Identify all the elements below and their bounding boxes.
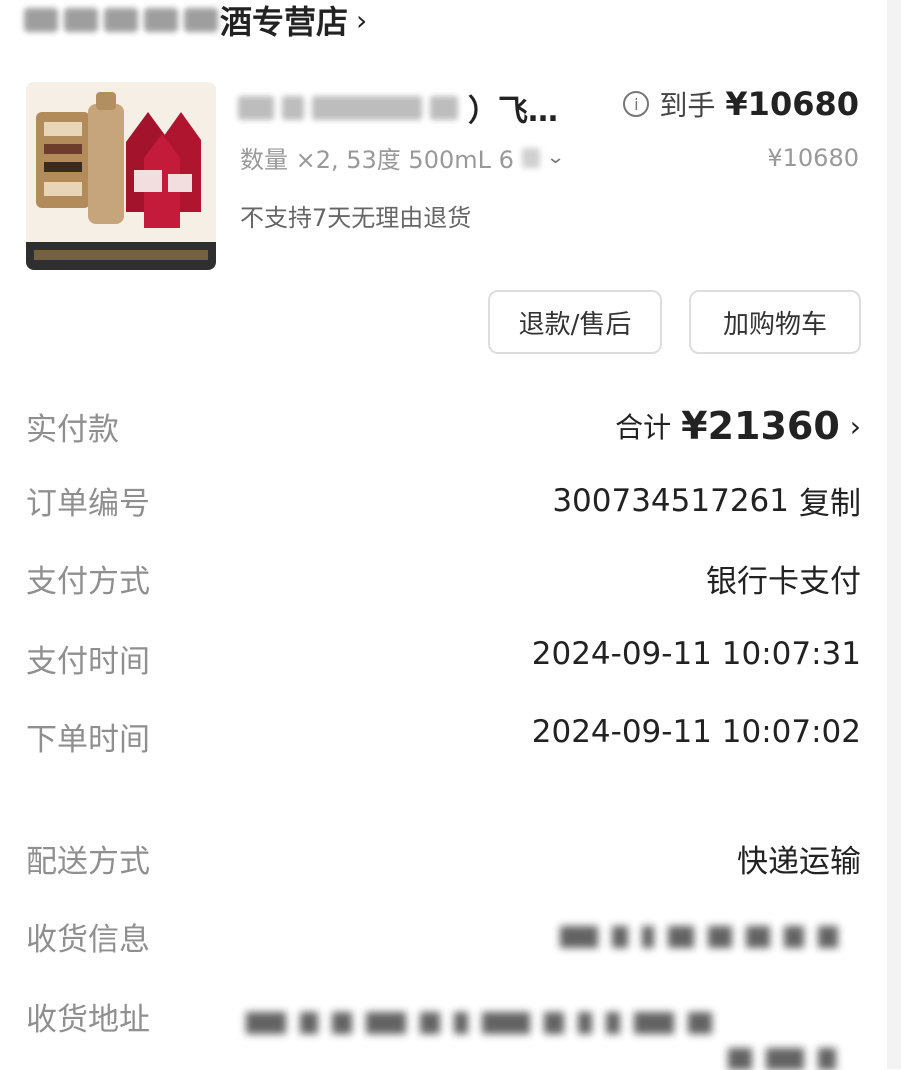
product-spec-redacted <box>521 147 540 168</box>
receiver-info-redacted <box>560 926 838 948</box>
payment-time-value: 2024-09-11 10:07:31 <box>531 636 861 672</box>
row-paid-amount[interactable]: 实付款 合计 ¥21360 › <box>26 404 861 454</box>
product-title-redacted <box>238 96 458 120</box>
liquor-bottles-illustration <box>26 82 216 270</box>
row-order-number[interactable]: 订单编号 300734517261 复制 <box>26 478 861 528</box>
delivery-method-label: 配送方式 <box>26 844 150 880</box>
refund-aftersale-button[interactable]: 退款/售后 <box>488 290 662 354</box>
store-name-redacted <box>24 8 218 32</box>
row-payment-method: 支付方式 银行卡支付 <box>26 556 861 606</box>
address-redacted-line-2 <box>728 1048 836 1070</box>
address-label: 收货地址 <box>26 1002 150 1038</box>
order-number-label: 订单编号 <box>26 486 150 522</box>
product-title-text: ）飞… <box>468 94 558 129</box>
copy-button[interactable]: 复制 <box>799 478 861 523</box>
order-time-value: 2024-09-11 10:07:02 <box>531 714 861 750</box>
order-time-label: 下单时间 <box>26 722 150 758</box>
order-number: 300734517261 <box>552 482 789 519</box>
chevron-right-icon: › <box>849 409 861 443</box>
info-icon[interactable]: i <box>623 91 650 117</box>
row-payment-time: 支付时间 2024-09-11 10:07:31 <box>26 636 861 686</box>
payment-method-label: 支付方式 <box>26 564 150 600</box>
row-order-time: 下单时间 2024-09-11 10:07:02 <box>26 714 861 764</box>
payment-method-value: 银行卡支付 <box>706 564 861 600</box>
delivery-method-value: 快递运输 <box>737 844 861 880</box>
price-value: ¥10680 <box>725 85 859 123</box>
price-label: 到手 <box>659 89 716 122</box>
product-title[interactable]: ）飞… <box>238 86 558 130</box>
paid-total: ¥21360 <box>681 404 840 448</box>
unit-price: ¥10680 <box>767 144 859 172</box>
product-spec[interactable]: 数量 ×2, 53度 500mL 6 ⌄ <box>240 140 566 175</box>
store-name: 酒专营店 <box>220 3 349 41</box>
store-header[interactable]: 酒专营店 › <box>24 0 724 41</box>
chevron-down-icon: ⌄ <box>545 147 566 168</box>
chevron-right-icon: › <box>356 3 368 37</box>
address-redacted-line-1 <box>246 1012 712 1034</box>
no-return-notice: 不支持7天无理由退货 <box>240 204 472 232</box>
add-to-cart-button[interactable]: 加购物车 <box>689 290 861 354</box>
paid-label: 实付款 <box>26 412 119 448</box>
right-edge-strip <box>887 0 901 1069</box>
payment-time-label: 支付时间 <box>26 644 150 680</box>
paid-value[interactable]: 合计 ¥21360 › <box>615 404 861 448</box>
order-number-value[interactable]: 300734517261 复制 <box>552 478 861 523</box>
row-delivery-method: 配送方式 快递运输 <box>26 836 861 886</box>
price-block[interactable]: i 到手 ¥10680 <box>623 84 859 124</box>
product-spec-text: 数量 ×2, 53度 500mL 6 <box>240 146 514 174</box>
receiver-info-label: 收货信息 <box>26 922 150 958</box>
product-image[interactable] <box>26 82 216 270</box>
paid-prefix: 合计 <box>615 411 672 444</box>
